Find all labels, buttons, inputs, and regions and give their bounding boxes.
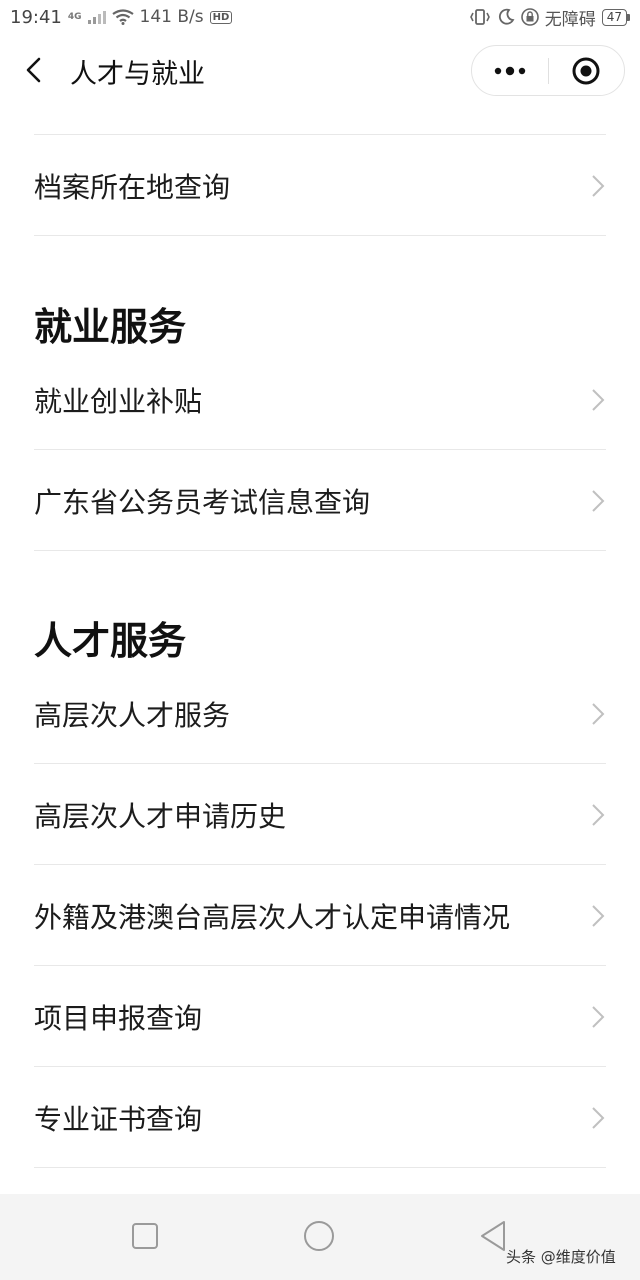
chevron-right-icon: [592, 1107, 605, 1129]
page-title: 人才与就业: [70, 59, 205, 90]
nav-bar: 人才与就业: [0, 34, 640, 108]
signal-icon: [87, 10, 106, 24]
list-item-label: 就业创业补贴: [34, 385, 203, 418]
divider: [34, 449, 606, 450]
divider: [34, 550, 606, 551]
chevron-right-icon: [592, 175, 605, 197]
network-type-label: 4G: [67, 11, 82, 22]
system-nav-bar: [0, 1194, 640, 1280]
more-button[interactable]: [472, 46, 548, 95]
list-item-employment-subsidy[interactable]: 就业创业补贴: [34, 350, 606, 450]
status-right: 无障碍 47: [469, 5, 630, 30]
list-item-foreign-talent-certification[interactable]: 外籍及港澳台高层次人才认定申请情况: [34, 866, 606, 966]
hd-badge: HD: [209, 10, 233, 24]
list-item-label: 外籍及港澳台高层次人才认定申请情况: [34, 901, 511, 934]
list-item-application-history[interactable]: 高层次人才申请历史: [34, 765, 606, 865]
battery-level: 47: [601, 8, 627, 26]
divider: [34, 763, 606, 764]
chevron-right-icon: [592, 703, 605, 725]
miniprogram-capsule: [471, 45, 625, 96]
list-item-label: 项目申报查询: [34, 1002, 203, 1035]
triangle-back-icon[interactable]: [476, 1219, 510, 1253]
list-item-archive-location[interactable]: 档案所在地查询: [34, 136, 606, 236]
status-time: 19:41: [10, 6, 62, 28]
chevron-right-icon: [592, 490, 605, 512]
lock-icon: [520, 8, 539, 26]
list-item-label: 广东省公务员考试信息查询: [34, 486, 371, 519]
accessibility-text: 无障碍: [544, 9, 596, 30]
divider: [34, 965, 606, 966]
list-item-label: 高层次人才申请历史: [34, 800, 287, 833]
divider: [34, 864, 606, 865]
chevron-right-icon: [592, 1006, 605, 1028]
section-title-talent: 人才服务: [34, 619, 187, 663]
list-item-high-level-talent-service[interactable]: 高层次人才服务: [34, 664, 606, 764]
list-item-label: 档案所在地查询: [34, 171, 231, 204]
chevron-right-icon: [592, 905, 605, 927]
close-button[interactable]: [549, 46, 624, 95]
network-speed: 141 B/s: [139, 7, 204, 27]
battery-icon: 47: [601, 8, 630, 26]
chevron-right-icon: [592, 389, 605, 411]
watermark: 头条 @维度价值: [506, 1248, 616, 1266]
divider: [34, 134, 606, 135]
list-item-civil-service-exam[interactable]: 广东省公务员考试信息查询: [34, 451, 606, 551]
list-item-professional-certificate[interactable]: 专业证书查询: [34, 1068, 606, 1168]
divider: [34, 1167, 606, 1168]
circle-icon[interactable]: [302, 1219, 336, 1253]
section-title-employment: 就业服务: [34, 305, 187, 349]
divider: [34, 1066, 606, 1067]
list-item-label: 高层次人才服务: [34, 699, 231, 732]
list-item-project-declaration[interactable]: 项目申报查询: [34, 967, 606, 1067]
status-bar: 19:41 4G 141 B/s HD 无障碍 47: [0, 0, 640, 34]
wifi-icon: [111, 9, 134, 25]
vibrate-icon: [469, 9, 490, 25]
divider: [34, 235, 606, 236]
moon-icon: [498, 8, 515, 25]
more-dots-icon: [494, 66, 526, 75]
back-icon[interactable]: [20, 55, 50, 85]
status-left: 19:41 4G 141 B/s HD: [10, 6, 233, 28]
chevron-right-icon: [592, 804, 605, 826]
square-icon[interactable]: [128, 1219, 162, 1253]
miniprogram-close-icon: [572, 57, 600, 84]
list-item-label: 专业证书查询: [34, 1103, 203, 1136]
